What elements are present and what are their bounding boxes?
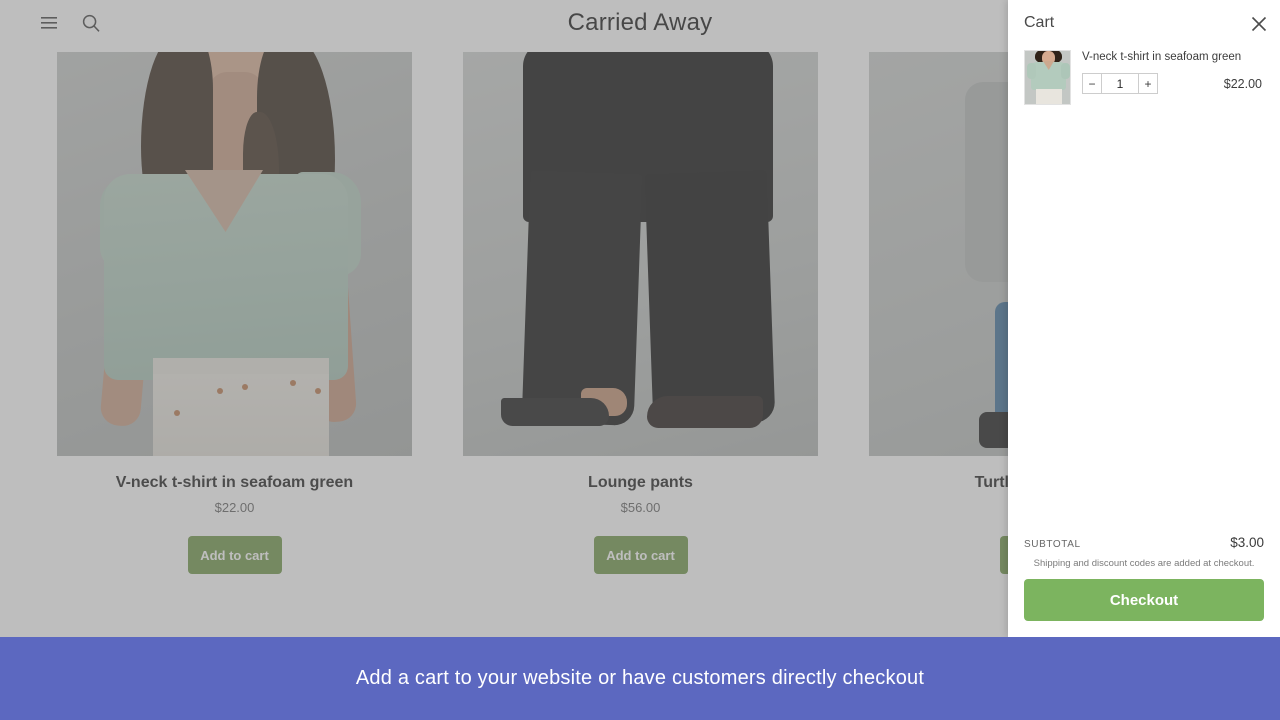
quantity-stepper: − + bbox=[1082, 73, 1158, 94]
page-root: Carried Away bbox=[0, 0, 1280, 720]
checkout-disclaimer: Shipping and discount codes are added at… bbox=[1033, 558, 1255, 569]
subtotal-label: SUBTOTAL bbox=[1024, 539, 1081, 550]
quantity-increment-button[interactable]: + bbox=[1139, 73, 1158, 94]
thumb-part-sleeve-right bbox=[1061, 63, 1070, 79]
quantity-input[interactable] bbox=[1101, 73, 1139, 94]
thumb-part-jeans bbox=[1036, 89, 1062, 104]
cart-header: Cart bbox=[1008, 0, 1280, 46]
cart-footer: SUBTOTAL $3.00 Shipping and discount cod… bbox=[1008, 535, 1280, 637]
promo-banner: Add a cart to your website or have custo… bbox=[0, 637, 1280, 720]
cart-items-list: V-neck t-shirt in seafoam green − + $22.… bbox=[1008, 46, 1280, 535]
close-icon[interactable] bbox=[1247, 12, 1271, 36]
cart-item-controls: − + $22.00 bbox=[1082, 73, 1264, 94]
checkout-button[interactable]: Checkout bbox=[1024, 579, 1264, 621]
promo-banner-text: Add a cart to your website or have custo… bbox=[355, 667, 925, 689]
subtotal-value: $3.00 bbox=[1230, 535, 1264, 550]
quantity-decrement-button[interactable]: − bbox=[1082, 73, 1101, 94]
cart-item-name: V-neck t-shirt in seafoam green bbox=[1082, 51, 1242, 63]
thumb-part-sleeve-left bbox=[1027, 63, 1036, 79]
subtotal-row: SUBTOTAL $3.00 bbox=[1024, 535, 1264, 553]
cart-line-item: V-neck t-shirt in seafoam green − + $22.… bbox=[1024, 46, 1264, 105]
cart-title: Cart bbox=[1024, 14, 1055, 31]
cart-drawer: Cart V-neck t-shirt in seafoam green − 1… bbox=[1008, 0, 1280, 637]
cart-item-thumbnail bbox=[1024, 50, 1071, 105]
cart-item-price: $22.00 bbox=[1223, 76, 1262, 91]
cart-item-details: V-neck t-shirt in seafoam green − + $22.… bbox=[1082, 50, 1264, 105]
